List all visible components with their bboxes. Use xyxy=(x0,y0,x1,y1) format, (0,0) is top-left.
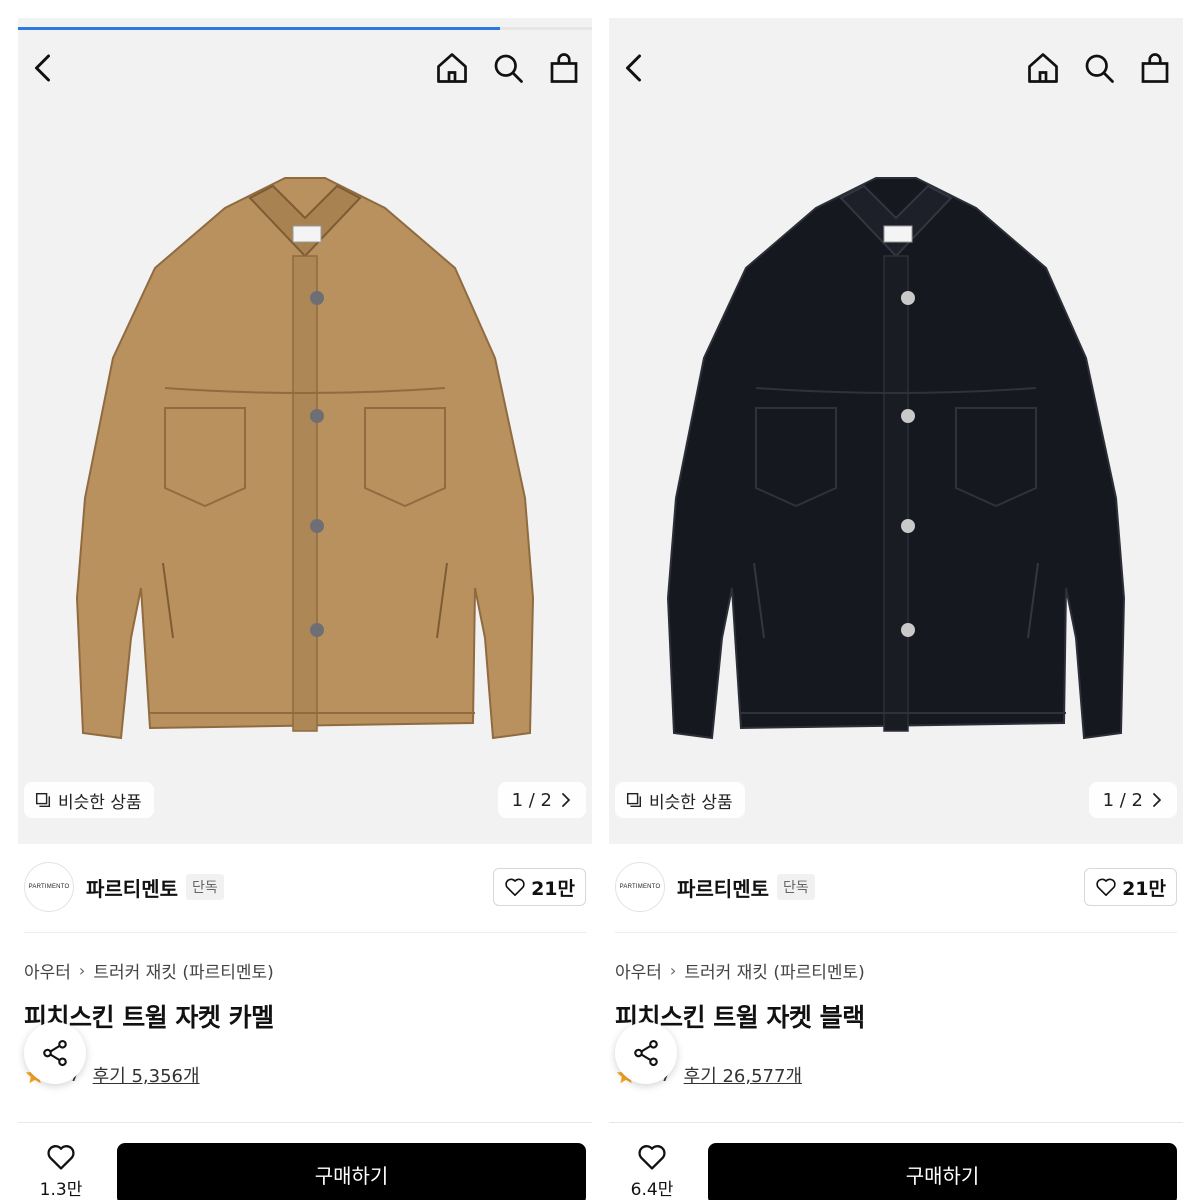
similar-items-button[interactable]: 비슷한 상품 xyxy=(615,782,745,818)
wishlist-button[interactable]: 6.4만 xyxy=(623,1143,681,1200)
heart-icon xyxy=(505,878,525,896)
bottom-action-bar: 6.4만 구매하기 xyxy=(609,1122,1183,1200)
cart-button[interactable] xyxy=(542,46,586,90)
heart-icon xyxy=(47,1145,75,1170)
shopping-bag-icon xyxy=(1141,53,1169,83)
home-icon xyxy=(437,53,467,83)
brand-row: PARTIMENTO 파르티멘토 단독 21만 xyxy=(615,862,1177,912)
shopping-bag-icon xyxy=(550,53,578,83)
share-icon xyxy=(634,1039,658,1067)
similar-items-button[interactable]: 비슷한 상품 xyxy=(24,782,154,818)
home-button[interactable] xyxy=(1021,46,1065,90)
brand-name[interactable]: 파르티멘토 xyxy=(677,873,769,902)
heart-icon xyxy=(1096,878,1116,896)
brand-row: PARTIMENTO 파르티멘토 단독 21만 xyxy=(24,862,586,912)
similar-items-label: 비슷한 상품 xyxy=(649,792,733,813)
jacket-image-camel xyxy=(55,168,555,768)
wishlist-button[interactable]: 1.3만 xyxy=(32,1143,90,1200)
bottom-action-bar: 1.3만 구매하기 xyxy=(18,1122,592,1200)
top-navigation xyxy=(609,46,1183,92)
breadcrumb: 아우터 › 트러커 재킷 (파르티멘토) xyxy=(24,958,274,983)
cart-button[interactable] xyxy=(1133,46,1177,90)
breadcrumb: 아우터 › 트러커 재킷 (파르티멘토) xyxy=(615,958,865,983)
divider xyxy=(24,932,586,933)
buy-button[interactable]: 구매하기 xyxy=(708,1143,1177,1200)
image-pager-text: 1 / 2 xyxy=(511,789,552,811)
home-button[interactable] xyxy=(430,46,474,90)
image-pager-text: 1 / 2 xyxy=(1102,789,1143,811)
brand-logo[interactable]: PARTIMENTO xyxy=(615,862,665,912)
share-button[interactable] xyxy=(24,1022,86,1084)
image-load-progress xyxy=(18,27,592,30)
top-navigation xyxy=(18,46,592,92)
brand-name[interactable]: 파르티멘토 xyxy=(86,873,178,902)
progress-fill xyxy=(18,27,501,30)
similar-items-icon xyxy=(626,792,642,808)
brand-like-count: 21만 xyxy=(1122,877,1166,900)
similar-items-label: 비슷한 상품 xyxy=(58,792,142,813)
image-pager[interactable]: 1 / 2 xyxy=(1088,782,1177,818)
search-icon xyxy=(494,54,523,83)
image-load-progress xyxy=(609,27,1183,30)
heart-icon xyxy=(638,1145,666,1170)
image-pager[interactable]: 1 / 2 xyxy=(497,782,586,818)
chevron-right-icon xyxy=(562,793,570,807)
breadcrumb-subcategory[interactable]: 트러커 재킷 (파르티멘토) xyxy=(684,958,864,983)
wishlist-count: 1.3만 xyxy=(39,1180,83,1200)
breadcrumb-subcategory[interactable]: 트러커 재킷 (파르티멘토) xyxy=(93,958,273,983)
reviews-link[interactable]: 후기 26,577개 xyxy=(684,1062,802,1088)
divider xyxy=(615,932,1177,933)
home-icon xyxy=(1028,53,1058,83)
brand-like-count: 21만 xyxy=(531,877,575,900)
product-page-camel: 비슷한 상품 1 / 2 PARTIMENTO 파르티멘토 단독 21만 아우터… xyxy=(18,18,592,1200)
share-icon xyxy=(43,1039,67,1067)
buy-button[interactable]: 구매하기 xyxy=(117,1143,586,1200)
brand-like-button[interactable]: 21만 xyxy=(493,868,586,906)
brand-like-button[interactable]: 21만 xyxy=(1084,868,1177,906)
exclusive-badge: 단독 xyxy=(186,874,224,900)
back-button[interactable] xyxy=(22,46,66,90)
product-image-area[interactable] xyxy=(18,18,592,844)
back-icon xyxy=(626,54,641,82)
share-button[interactable] xyxy=(615,1022,677,1084)
back-icon xyxy=(35,54,50,82)
back-button[interactable] xyxy=(613,46,657,90)
breadcrumb-category[interactable]: 아우터 xyxy=(615,958,662,983)
search-button[interactable] xyxy=(1077,46,1121,90)
chevron-right-icon: › xyxy=(78,961,86,980)
search-button[interactable] xyxy=(486,46,530,90)
wishlist-count: 6.4만 xyxy=(630,1180,674,1200)
search-icon xyxy=(1085,54,1114,83)
exclusive-badge: 단독 xyxy=(777,874,815,900)
chevron-right-icon: › xyxy=(669,961,677,980)
breadcrumb-category[interactable]: 아우터 xyxy=(24,958,71,983)
jacket-image-black xyxy=(646,168,1146,768)
reviews-link[interactable]: 후기 5,356개 xyxy=(93,1062,200,1088)
similar-items-icon xyxy=(35,792,51,808)
product-page-black: 비슷한 상품 1 / 2 PARTIMENTO 파르티멘토 단독 21만 아우터… xyxy=(609,18,1183,1200)
product-image-area[interactable] xyxy=(609,18,1183,844)
chevron-right-icon xyxy=(1153,793,1161,807)
brand-logo[interactable]: PARTIMENTO xyxy=(24,862,74,912)
